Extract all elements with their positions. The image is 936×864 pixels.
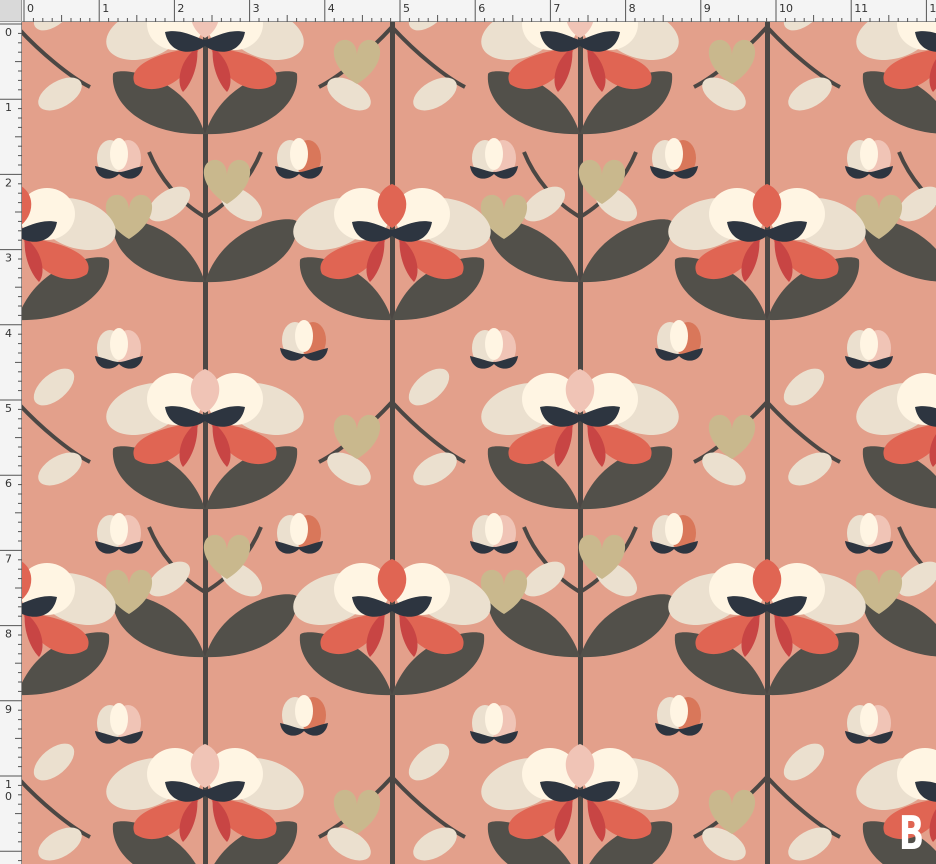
ruler-label: 4 bbox=[328, 2, 335, 15]
watermark-letter: B bbox=[898, 806, 924, 860]
horizontal-ruler-scale: 0123456789101112 bbox=[23, 0, 936, 22]
floral-pattern bbox=[22, 22, 936, 864]
vertical-ruler-scale: 012345678910 bbox=[0, 23, 22, 862]
ruler-label: 8 bbox=[5, 628, 12, 641]
ruler-label: 3 bbox=[5, 252, 12, 265]
pattern-repeat-fill bbox=[22, 22, 936, 864]
ruler-label: 7 bbox=[5, 552, 12, 565]
ruler-label: 7 bbox=[553, 2, 560, 15]
ruler-label: 5 bbox=[403, 2, 410, 15]
fabric-design-preview: 0123456789101112 012345678910 B bbox=[0, 0, 936, 864]
ruler-label: 0 bbox=[5, 26, 12, 39]
ruler-label: 5 bbox=[5, 402, 12, 415]
ruler-corner bbox=[0, 0, 22, 22]
ruler-label: 1 bbox=[5, 101, 12, 114]
ruler-label: 8 bbox=[629, 2, 636, 15]
ruler-label: 6 bbox=[478, 2, 485, 15]
ruler-label: 0 bbox=[5, 790, 12, 803]
ruler-label: 10 bbox=[779, 2, 793, 15]
ruler-label: 1 bbox=[102, 2, 109, 15]
ruler-label: 2 bbox=[177, 2, 184, 15]
ruler-label: 12 bbox=[929, 2, 936, 15]
pattern-canvas bbox=[22, 22, 936, 864]
ruler-label: 4 bbox=[5, 327, 12, 340]
ruler-label: 0 bbox=[27, 2, 34, 15]
ruler-label: 9 bbox=[5, 703, 12, 716]
ruler-label: 3 bbox=[253, 2, 260, 15]
ruler-label: 11 bbox=[854, 2, 868, 15]
ruler-label: 2 bbox=[5, 176, 12, 189]
horizontal-ruler: 0123456789101112 bbox=[22, 0, 936, 22]
vertical-ruler: 012345678910 bbox=[0, 22, 22, 864]
ruler-label: 9 bbox=[704, 2, 711, 15]
ruler-label: 6 bbox=[5, 477, 12, 490]
